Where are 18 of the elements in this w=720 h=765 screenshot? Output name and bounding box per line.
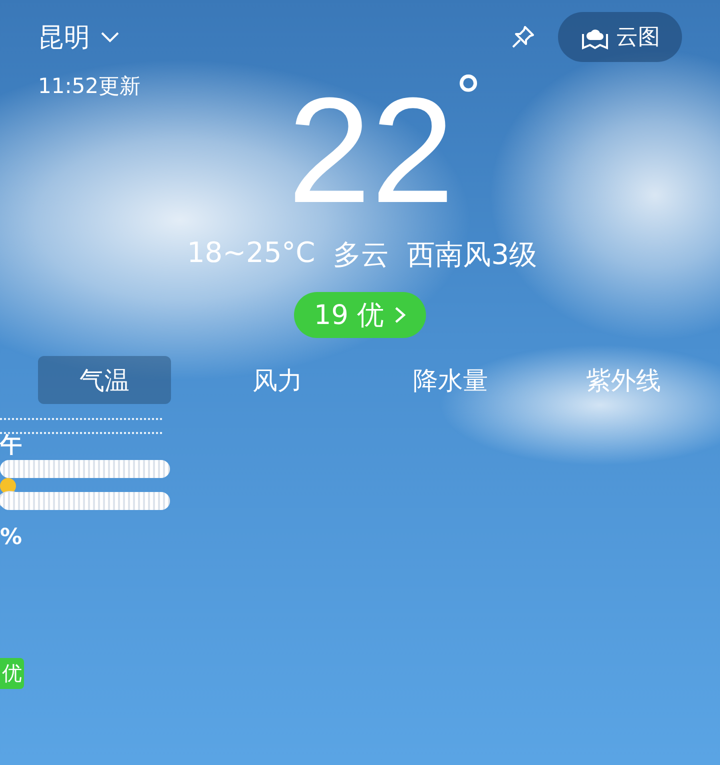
wind-info: 西南风3级	[407, 237, 538, 273]
city-selector[interactable]: 昆明	[38, 12, 141, 62]
weather-condition: 多云	[333, 237, 390, 273]
chevron-right-icon	[394, 305, 406, 325]
tab[interactable]: 紫外线	[557, 356, 690, 404]
temperature-range: 18~25°C	[186, 236, 316, 271]
air-quality-tag: 优	[0, 658, 24, 689]
chevron-down-icon	[100, 31, 120, 43]
tab[interactable]: 降水量	[384, 356, 517, 404]
tab[interactable]: 气温	[38, 356, 171, 404]
tab[interactable]: 风力	[211, 356, 344, 404]
air-quality-badge[interactable]: 19 优	[294, 292, 426, 338]
update-time: 11:52更新	[38, 73, 141, 100]
temperature: 22	[288, 70, 454, 230]
cloud-map-button[interactable]: 云图	[558, 12, 682, 62]
percent-sign: %	[0, 526, 22, 550]
degree-sign: °	[454, 70, 482, 132]
pin-icon[interactable]	[510, 24, 536, 50]
